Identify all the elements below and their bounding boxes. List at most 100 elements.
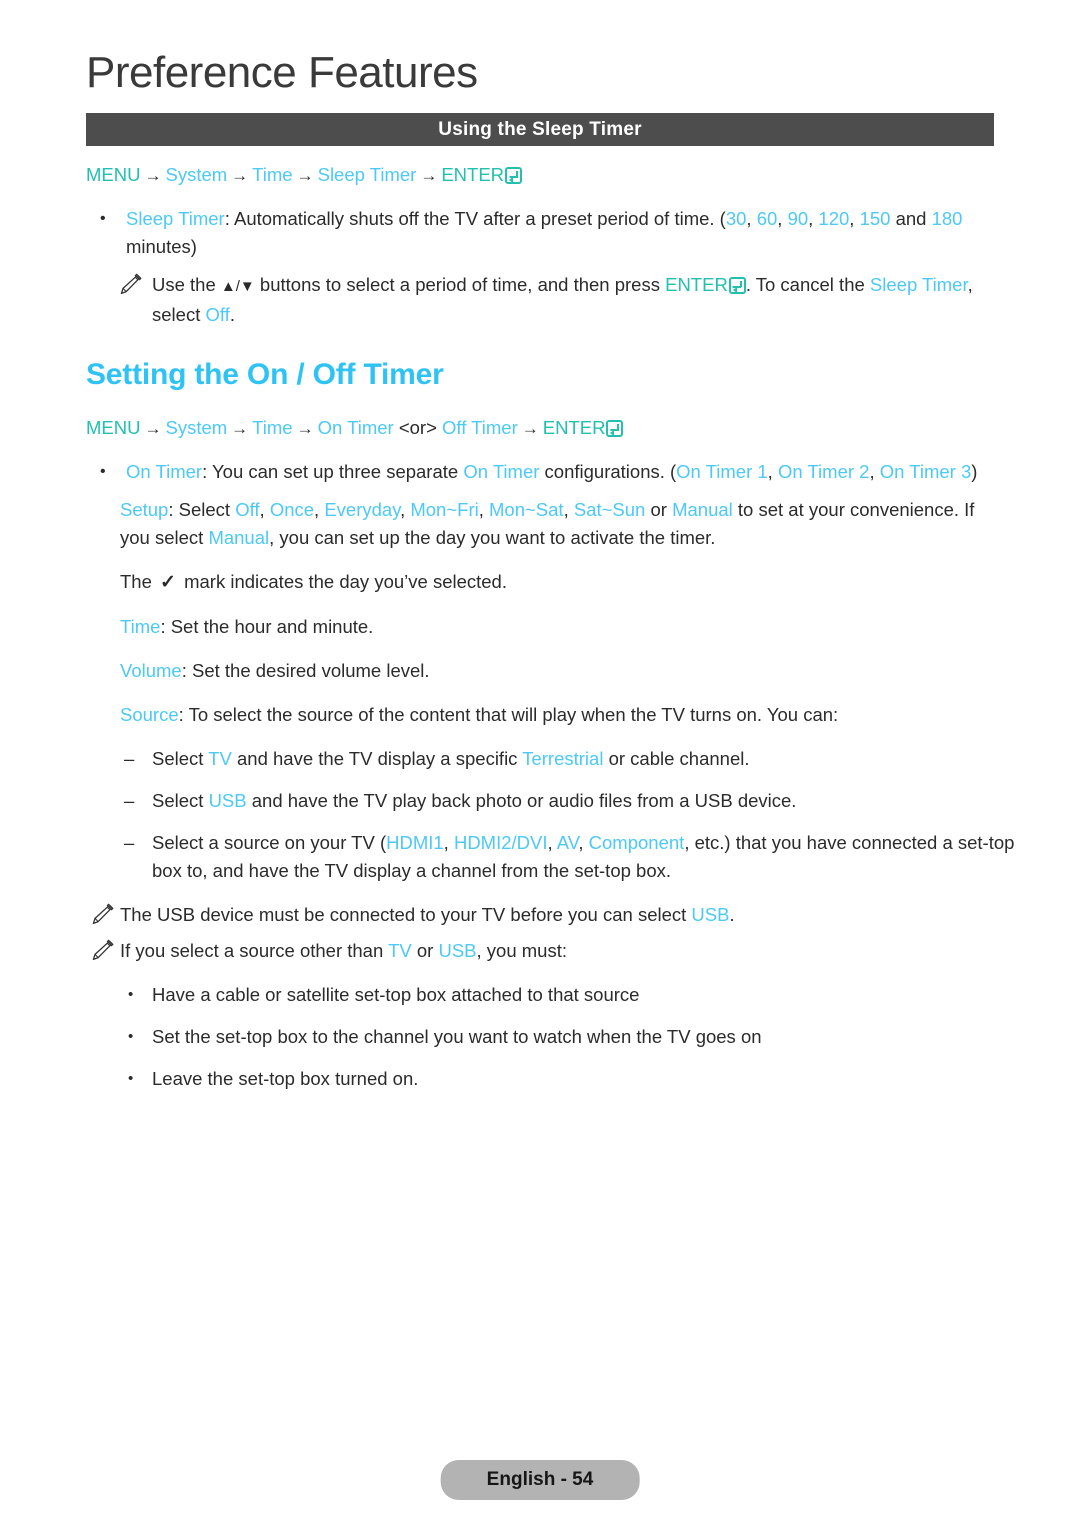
enter-label: ENTER <box>542 417 606 438</box>
menu-item-sleep-timer: Sleep Timer <box>317 164 417 185</box>
separator: , <box>259 499 270 520</box>
term-usb: USB <box>208 790 247 811</box>
sleep-timer-desc: : Automatically shuts off the TV after a… <box>224 208 726 229</box>
enter-key-icon <box>505 167 523 184</box>
option-off: Off <box>205 304 230 325</box>
dash-marker: – <box>124 790 135 811</box>
note-sleep-timer: Use the ▲/▼ buttons to select a period o… <box>0 271 1080 329</box>
on-timer-desc: configurations. ( <box>539 461 677 482</box>
volume-desc: : Set the desired volume level. <box>181 660 430 681</box>
list-item-label: Set the set-top box to the channel you w… <box>152 1026 762 1047</box>
or-separator: <or> <box>398 417 437 438</box>
separator: , <box>869 461 880 482</box>
pencil-note-icon <box>90 939 114 961</box>
term-usb: USB <box>691 904 730 925</box>
menu-label: MENU <box>86 164 141 185</box>
note-text: . <box>729 904 735 925</box>
menu-path-on-off-timer: MENU → System → Time → On Timer <or> Off Timer… <box>0 413 1080 444</box>
section-heading-label: Using the Sleep Timer <box>438 118 642 140</box>
arrow-icon: → <box>144 166 162 185</box>
separator: , <box>849 208 860 229</box>
source-hdmi1: HDMI1 <box>386 832 444 853</box>
on-timer-desc: : You can set up three separate <box>202 461 464 482</box>
source-hdmi2-dvi: HDMI2/DVI <box>453 832 548 853</box>
bullet-marker: • <box>100 463 106 480</box>
note-usb-device: The USB device must be connected to your… <box>0 901 1080 929</box>
value-150: 150 <box>859 208 891 229</box>
config-on-timer-1: On Timer 1 <box>676 461 768 482</box>
option-everyday: Everyday <box>324 499 401 520</box>
enter-label: ENTER <box>665 274 728 295</box>
term-terrestrial: Terrestrial <box>522 748 604 769</box>
option-off: Off <box>235 499 260 520</box>
paragraph-source: Source: To select the source of the cont… <box>0 701 1080 729</box>
term-usb: USB <box>438 940 477 961</box>
closing-paren: ) <box>971 461 978 482</box>
separator: , <box>314 499 325 520</box>
list-item-on-timer: • On Timer: You can set up three separat… <box>0 458 1080 486</box>
bullet-marker: • <box>128 1028 134 1045</box>
option-sat-sun: Sat~Sun <box>573 499 646 520</box>
term-tv: TV <box>388 940 412 961</box>
paragraph-time: Time: Set the hour and minute. <box>0 613 1080 641</box>
list-item-source-external: – Select a source on your TV (HDMI1, HDM… <box>0 829 1080 885</box>
option-manual: Manual <box>208 527 270 548</box>
note-text: , you must: <box>476 940 567 961</box>
separator: , <box>478 499 490 520</box>
separator: , <box>767 461 778 482</box>
list-item-source-tv: – Select TV and have the TV display a sp… <box>0 745 1080 773</box>
config-on-timer-2: On Timer 2 <box>777 461 870 482</box>
value-90: 90 <box>787 208 809 229</box>
arrow-icon: → <box>231 419 249 438</box>
note-text: or <box>411 940 439 961</box>
menu-item-off-timer: Off Timer <box>442 417 518 438</box>
note-text: . <box>229 304 235 325</box>
note-text: The USB device must be connected to your… <box>120 904 692 925</box>
note-text: Use the <box>152 274 221 295</box>
value-60: 60 <box>756 208 778 229</box>
pencil-note-icon <box>90 903 114 925</box>
menu-label: MENU <box>86 417 141 438</box>
note-other-source: If you select a source other than TV or … <box>0 937 1080 965</box>
menu-path-sleep-timer: MENU → System → Time → Sleep Timer → ENTER <box>0 160 1080 191</box>
source-item-text: Select <box>152 748 209 769</box>
conjunction: or <box>645 499 673 520</box>
source-item-text: Select <box>152 790 209 811</box>
list-item-sleep-timer: • Sleep Timer: Automatically shuts off t… <box>0 205 1080 261</box>
list-item-leave-on: • Leave the set-top box turned on. <box>0 1065 1080 1093</box>
menu-item-on-timer: On Timer <box>317 417 394 438</box>
setup-desc: : Select <box>168 499 236 520</box>
separator: , <box>578 832 589 853</box>
content-body: MENU → System → Time → Sleep Timer → ENTER • Sle… <box>0 160 1080 1093</box>
option-once: Once <box>269 499 315 520</box>
paragraph-check-mark: The ✓ mark indicates the day you’ve sele… <box>0 568 1080 597</box>
arrow-icon: → <box>231 166 249 185</box>
separator: , <box>777 208 788 229</box>
option-mon-sat: Mon~Sat <box>489 499 564 520</box>
term-time: Time <box>120 616 161 637</box>
term-sleep-timer: Sleep Timer <box>869 274 968 295</box>
separator: , <box>547 832 557 853</box>
source-item-text: and have the TV display a specific <box>231 748 523 769</box>
page-title: Preference Features <box>86 48 478 97</box>
arrow-icon: → <box>296 166 314 185</box>
value-120: 120 <box>818 208 850 229</box>
menu-item-system: System <box>165 417 228 438</box>
term-sleep-timer: Sleep Timer <box>126 208 225 229</box>
source-av: AV <box>556 832 579 853</box>
pencil-note-icon <box>118 273 142 295</box>
term-volume: Volume <box>120 660 182 681</box>
term-on-timer: On Timer <box>126 461 203 482</box>
list-item-source-usb: – Select USB and have the TV play back p… <box>0 787 1080 815</box>
separator: , <box>443 832 454 853</box>
bullet-marker: • <box>128 986 134 1003</box>
minutes-label: minutes) <box>126 236 197 257</box>
list-item-label: Leave the set-top box turned on. <box>152 1068 419 1089</box>
check-desc: mark indicates the day you’ve selected. <box>178 571 507 592</box>
list-item-set-channel: • Set the set-top box to the channel you… <box>0 1023 1080 1051</box>
separator: , <box>746 208 757 229</box>
option-mon-fri: Mon~Fri <box>410 499 479 520</box>
value-180: 180 <box>931 208 963 229</box>
separator: , <box>400 499 411 520</box>
menu-item-time: Time <box>252 164 293 185</box>
